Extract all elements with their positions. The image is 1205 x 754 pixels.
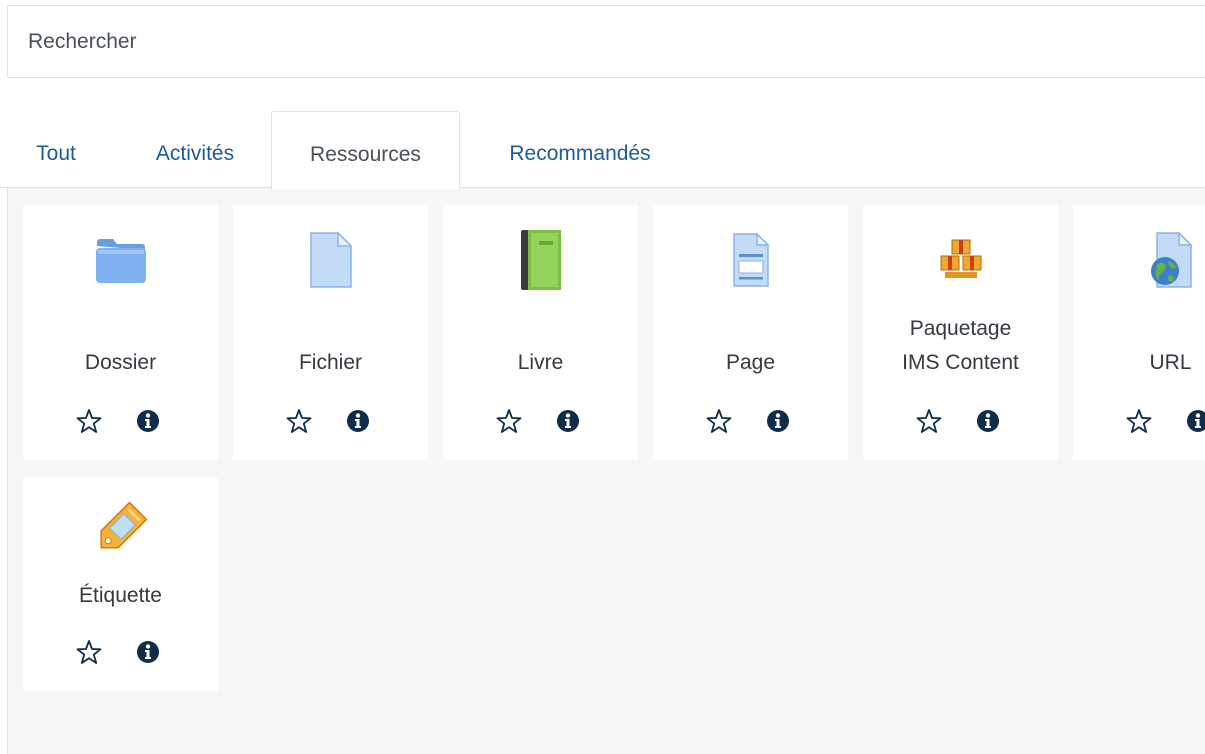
star-icon[interactable] (76, 408, 102, 434)
info-icon[interactable] (136, 408, 160, 434)
module-name: Page (725, 351, 776, 374)
module-card-ims-content[interactable]: Paquetage IMS Content (863, 205, 1058, 460)
module-name-line-1: Paquetage (909, 317, 1012, 340)
ims-package-icon (863, 225, 1058, 295)
star-icon[interactable] (286, 408, 312, 434)
module-card-url[interactable]: URL (1073, 205, 1205, 460)
module-card-dossier[interactable]: Dossier (23, 205, 218, 460)
module-name-line-2: IMS Content (902, 351, 1019, 374)
module-card-livre[interactable]: Livre (443, 205, 638, 460)
module-name: URL (1149, 351, 1192, 374)
info-icon[interactable] (1186, 408, 1205, 434)
tab-activities[interactable]: Activités (130, 111, 260, 188)
module-card-fichier[interactable]: Fichier (233, 205, 428, 460)
module-name: Paquetage IMS Content (863, 312, 1058, 380)
module-card-page[interactable]: Page (653, 205, 848, 460)
modules-panel: Dossier Fichier Livre Page Paquetage IMS… (7, 188, 1205, 754)
module-card-etiquette[interactable]: Étiquette (23, 478, 218, 691)
search-input[interactable] (8, 6, 1205, 77)
folder-icon (23, 225, 218, 295)
info-icon[interactable] (976, 408, 1000, 434)
page-icon (653, 225, 848, 295)
info-icon[interactable] (556, 408, 580, 434)
star-icon[interactable] (76, 639, 102, 665)
module-name: Fichier (298, 351, 362, 374)
info-icon[interactable] (136, 639, 160, 665)
book-icon (443, 225, 638, 295)
star-icon[interactable] (706, 408, 732, 434)
tab-recommended[interactable]: Recommandés (475, 111, 685, 188)
star-icon[interactable] (496, 408, 522, 434)
module-name: Étiquette (79, 584, 162, 607)
star-icon[interactable] (1126, 408, 1152, 434)
label-tag-icon (23, 496, 218, 560)
url-globe-icon (1073, 225, 1205, 295)
info-icon[interactable] (766, 408, 790, 434)
tab-resources[interactable]: Ressources (271, 111, 460, 189)
info-icon[interactable] (346, 408, 370, 434)
module-tabs: Tout Activités Ressources Recommandés (0, 111, 1205, 189)
tab-all[interactable]: Tout (20, 111, 92, 188)
search-box[interactable] (7, 5, 1205, 78)
star-icon[interactable] (916, 408, 942, 434)
module-name: Livre (517, 351, 564, 374)
file-icon (233, 225, 428, 295)
module-name: Dossier (84, 351, 157, 374)
